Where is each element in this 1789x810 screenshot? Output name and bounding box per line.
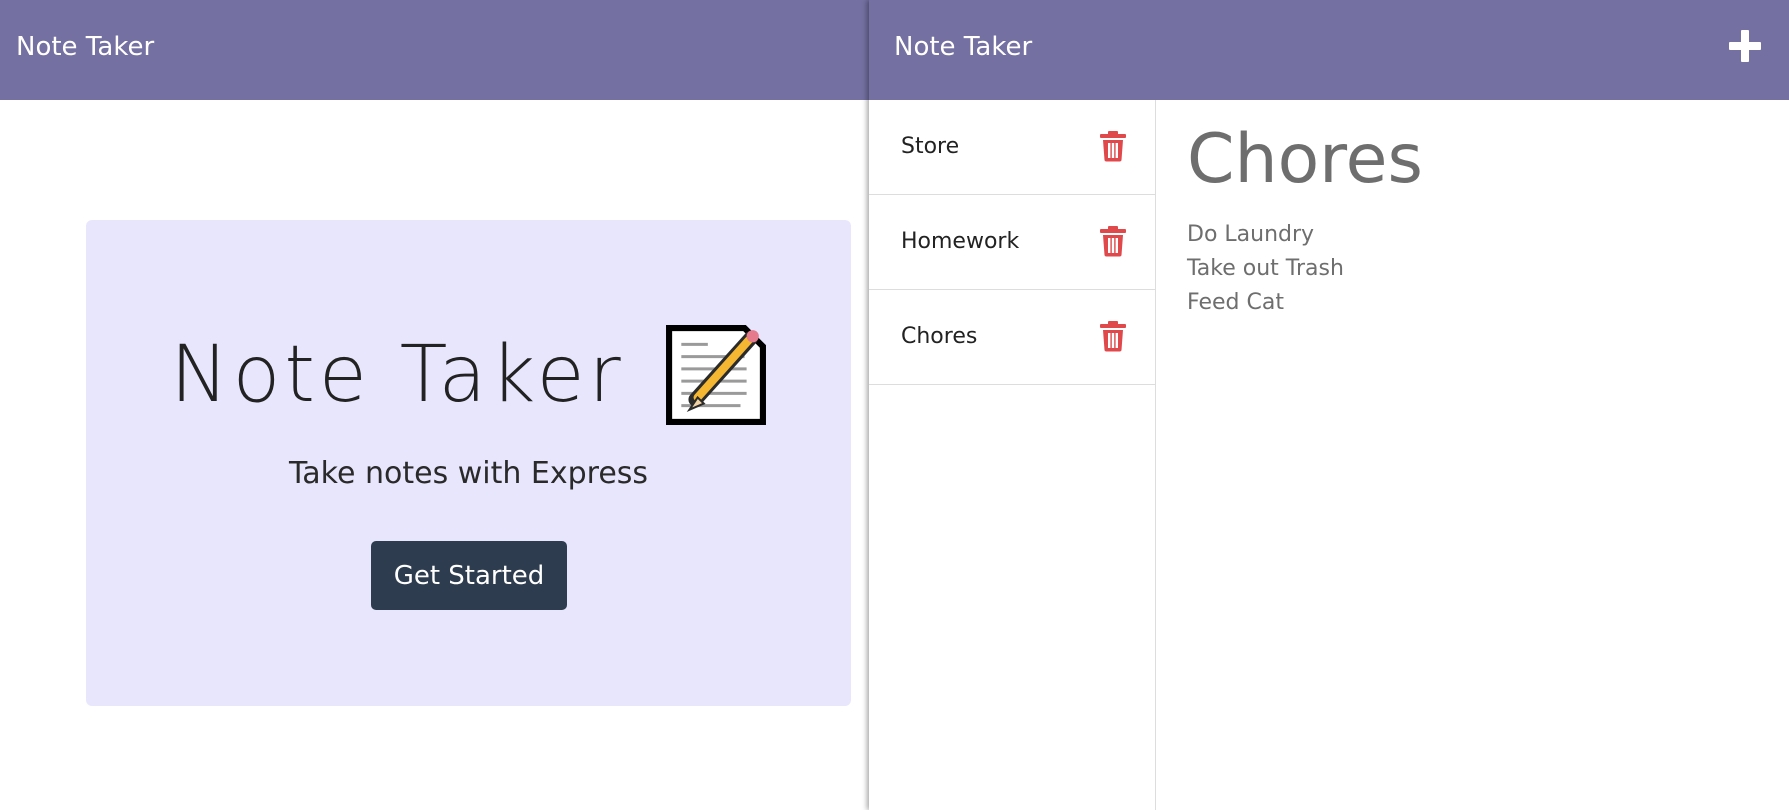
hero-jumbotron: Note Taker Take notes with Express Get S… [86, 220, 851, 706]
note-text-area[interactable]: Do Laundry Take out Trash Feed Cat [1187, 218, 1344, 320]
note-line: Feed Cat [1187, 290, 1284, 315]
get-started-button[interactable]: Get Started [371, 541, 567, 610]
notes-pane: Note Taker Store Homework Chores Chores … [869, 0, 1789, 810]
navbar-brand[interactable]: Note Taker [16, 30, 154, 64]
landing-pane: Note Taker Note Taker Take notes with Ex… [0, 0, 869, 810]
list-item[interactable]: Chores [869, 290, 1155, 385]
hero-title: Note Taker [170, 330, 625, 420]
trash-icon[interactable] [1099, 320, 1127, 352]
hero-subtitle: Take notes with Express [288, 456, 649, 491]
trash-icon[interactable] [1099, 225, 1127, 257]
note-line: Do Laundry [1187, 222, 1315, 247]
notes-navbar: Note Taker [869, 0, 1789, 100]
note-title: Chores [901, 324, 978, 349]
navbar-brand[interactable]: Note Taker [894, 30, 1032, 64]
note-list: Store Homework Chores [869, 100, 1156, 810]
plus-icon[interactable] [1725, 26, 1765, 66]
note-title-input[interactable]: Chores [1187, 120, 1423, 199]
memo-icon [665, 325, 766, 425]
list-item[interactable]: Homework [869, 195, 1155, 290]
trash-icon[interactable] [1099, 130, 1127, 162]
hero-title-row: Note Taker [86, 320, 851, 430]
navbar: Note Taker [0, 0, 869, 100]
note-title: Store [901, 134, 960, 159]
note-title: Homework [901, 229, 1020, 254]
list-item[interactable]: Store [869, 100, 1155, 195]
note-line: Take out Trash [1187, 256, 1344, 281]
